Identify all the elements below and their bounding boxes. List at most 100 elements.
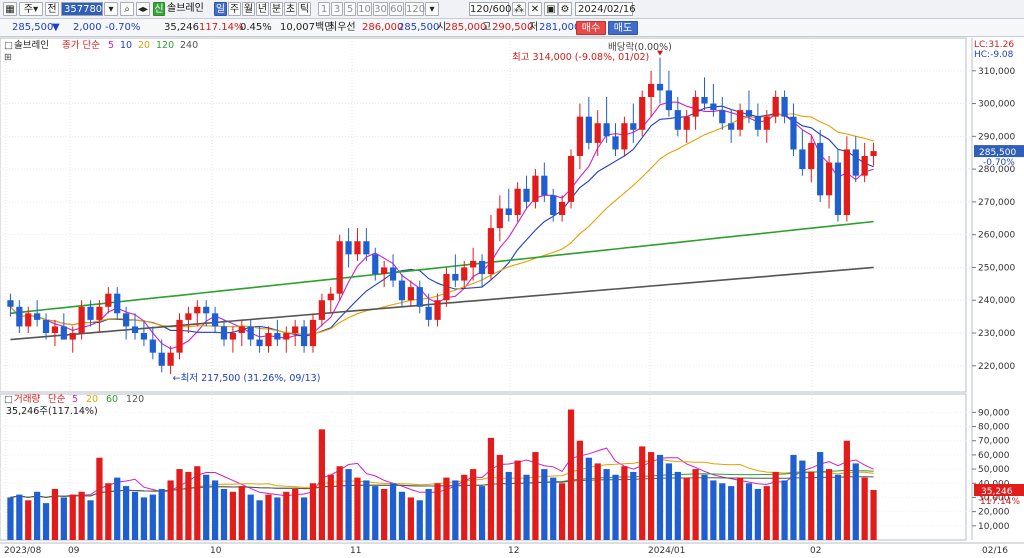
candle-body[interactable] — [407, 287, 414, 301]
candle-body[interactable] — [754, 116, 761, 130]
volume-bar[interactable] — [140, 497, 148, 540]
candle-body[interactable] — [363, 241, 370, 255]
candle-body[interactable] — [60, 326, 67, 340]
candle-body[interactable] — [309, 319, 317, 347]
volume-bar[interactable] — [220, 488, 228, 540]
candle-body[interactable] — [639, 97, 646, 130]
candle-body[interactable] — [158, 352, 165, 366]
volume-bar[interactable] — [25, 500, 32, 540]
minute-button-120[interactable]: 120 — [405, 2, 425, 16]
stock-chart[interactable]: 310,000300,000290,000280,000270,000260,0… — [0, 37, 1024, 558]
volume-bar[interactable] — [434, 483, 441, 540]
candle-body[interactable] — [470, 260, 477, 268]
candle-body[interactable] — [603, 123, 610, 137]
volume-bar[interactable] — [389, 483, 397, 540]
volume-bar[interactable] — [60, 497, 67, 540]
volume-bar[interactable] — [42, 503, 50, 540]
candle-body[interactable] — [16, 306, 23, 327]
candle-body[interactable] — [96, 306, 103, 320]
volume-bar[interactable] — [701, 474, 708, 540]
volume-bar[interactable] — [149, 494, 156, 540]
period-button-3[interactable]: 년 — [256, 2, 269, 16]
candle-body[interactable] — [274, 333, 281, 340]
minute-button-30[interactable]: 30 — [373, 2, 388, 16]
candle-body[interactable] — [870, 151, 877, 156]
volume-bar[interactable] — [870, 490, 877, 540]
volume-bar[interactable] — [594, 463, 601, 540]
volume-bar[interactable] — [265, 494, 272, 540]
candle-body[interactable] — [256, 339, 263, 347]
volume-bar[interactable] — [443, 477, 450, 540]
volume-bar[interactable] — [318, 429, 325, 540]
volume-bar[interactable] — [461, 474, 468, 540]
candle-body[interactable] — [51, 326, 59, 333]
volume-bar[interactable] — [692, 469, 699, 540]
candle-body[interactable] — [78, 306, 85, 333]
volume-bar[interactable] — [647, 452, 655, 540]
volume-bar[interactable] — [496, 454, 503, 540]
period-button-4[interactable]: 분 — [270, 2, 283, 16]
volume-bar[interactable] — [781, 480, 788, 540]
volume-bar[interactable] — [194, 466, 201, 540]
candle-body[interactable] — [220, 326, 228, 340]
volume-bar[interactable] — [630, 471, 637, 540]
volume-bar[interactable] — [69, 494, 76, 540]
candle-body[interactable] — [443, 274, 450, 301]
volume-bar[interactable] — [292, 488, 299, 540]
candle-body[interactable] — [327, 293, 334, 301]
candle-body[interactable] — [576, 116, 584, 156]
candle-body[interactable] — [238, 326, 245, 333]
volume-bar[interactable] — [585, 457, 592, 540]
candle-body[interactable] — [318, 300, 325, 320]
volume-bar[interactable] — [300, 497, 308, 540]
volume-bar[interactable] — [16, 494, 23, 540]
volume-bar[interactable] — [274, 497, 281, 540]
gear-icon[interactable]: ⚙ — [558, 2, 572, 16]
volume-bar[interactable] — [176, 469, 183, 540]
volume-bar[interactable] — [283, 491, 290, 540]
candle-body[interactable] — [461, 267, 468, 281]
volume-bar[interactable] — [825, 469, 833, 540]
volume-bar[interactable] — [381, 488, 388, 540]
volume-bar[interactable] — [656, 454, 664, 540]
candle-body[interactable] — [505, 208, 512, 215]
volume-bar[interactable] — [843, 440, 850, 540]
candle-body[interactable] — [585, 116, 592, 143]
period-button-5[interactable]: 초 — [284, 2, 297, 16]
volume-bar[interactable] — [407, 497, 414, 540]
candle-body[interactable] — [808, 142, 815, 170]
candle-body[interactable] — [140, 333, 148, 340]
volume-bar[interactable] — [808, 471, 815, 540]
candle-body[interactable] — [541, 175, 548, 196]
candle-body[interactable] — [452, 274, 459, 281]
volume-bar[interactable] — [550, 477, 557, 540]
candle-body[interactable] — [389, 267, 397, 281]
volume-bar[interactable] — [96, 457, 103, 540]
volume-bar[interactable] — [621, 466, 628, 540]
candle-body[interactable] — [825, 162, 833, 196]
volume-bar[interactable] — [478, 486, 486, 540]
volume-bar[interactable] — [852, 463, 859, 540]
candle-body[interactable] — [478, 260, 486, 274]
candle-body[interactable] — [398, 280, 406, 301]
volume-bar[interactable] — [754, 488, 761, 540]
candle-body[interactable] — [523, 188, 530, 202]
volume-bar[interactable] — [861, 477, 868, 540]
candle-body[interactable] — [336, 241, 343, 294]
candle-body[interactable] — [710, 103, 717, 111]
candle-body[interactable] — [594, 123, 601, 143]
minute-button-3[interactable]: 3 — [331, 2, 343, 16]
volume-bar[interactable] — [247, 494, 254, 540]
candle-body[interactable] — [211, 313, 219, 327]
candle-body[interactable] — [425, 306, 432, 320]
volume-bar[interactable] — [736, 477, 744, 540]
candle-body[interactable] — [247, 326, 254, 340]
candle-body[interactable] — [852, 149, 859, 176]
candle-body[interactable] — [229, 333, 237, 340]
volume-bar[interactable] — [229, 491, 237, 540]
candle-body[interactable] — [647, 83, 655, 97]
candle-body[interactable] — [559, 201, 566, 215]
candle-body[interactable] — [416, 287, 423, 307]
volume-bar[interactable] — [523, 474, 530, 540]
candle-body[interactable] — [843, 149, 850, 215]
